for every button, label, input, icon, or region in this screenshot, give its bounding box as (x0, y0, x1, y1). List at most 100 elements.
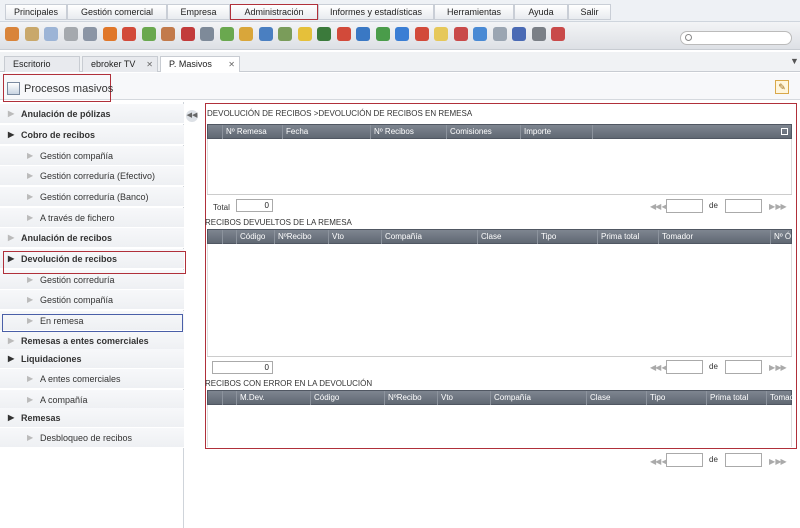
col-prima-total[interactable]: Prima total (706, 391, 766, 405)
menu-principales[interactable]: Principales (5, 4, 67, 20)
toolbar-icon[interactable] (531, 27, 546, 41)
pager-prev-icon[interactable]: ◀◀ ◀ (650, 457, 668, 466)
menu-salir[interactable]: Salir (568, 4, 611, 20)
edit-icon[interactable]: ✎ (775, 80, 789, 94)
chevron-down-icon[interactable]: ▼ (790, 56, 799, 66)
sidebar-item[interactable]: ▶ A compañía (0, 390, 184, 410)
col-clase[interactable]: Clase (477, 230, 537, 244)
toolbar-icon[interactable] (161, 27, 175, 41)
toolbar-icon[interactable] (239, 27, 253, 41)
col-clase[interactable]: Clase (586, 391, 646, 405)
col-nrecibo[interactable]: NºRecibo (274, 230, 328, 244)
col-tipo[interactable]: Tipo (646, 391, 706, 405)
search-input[interactable] (680, 31, 792, 45)
menu-informes[interactable]: Informes y estadísticas (318, 4, 434, 20)
expanded-arrow-icon: ▶ (8, 354, 15, 363)
sidebar-item[interactable]: ▶ Desbloqueo de recibos (0, 428, 184, 448)
col-compania[interactable]: Compañía (490, 391, 586, 405)
sidebar-item[interactable]: ▶ Gestión compañía (0, 290, 184, 310)
page-total-input[interactable] (725, 360, 762, 374)
col-vto[interactable]: Vto (328, 230, 381, 244)
tab-ebroker-tv[interactable]: ebroker TV ✕ (82, 56, 158, 72)
pager-next-icon[interactable]: ▶ ▶▶ (769, 202, 787, 211)
page-number-input[interactable] (666, 199, 703, 213)
toolbar-icon[interactable] (492, 27, 507, 41)
pager-prev-icon[interactable]: ◀◀ ◀ (650, 363, 668, 372)
toolbar-icon[interactable] (200, 27, 214, 41)
close-icon[interactable]: ✕ (228, 57, 235, 72)
toolbar-icon[interactable] (219, 27, 234, 41)
col-nrecibo[interactable]: NºRecibo (384, 391, 437, 405)
col-vto[interactable]: Vto (437, 391, 490, 405)
toolbar-icon[interactable] (512, 27, 526, 41)
menu-herramientas[interactable]: Herramientas (434, 4, 514, 20)
sidebar-item[interactable]: ▶ Gestión compañía (0, 146, 184, 166)
chevron-right-icon: ▶ (8, 109, 15, 118)
toolbar-icon[interactable] (551, 27, 565, 41)
col-comisiones[interactable]: Comisiones (446, 125, 520, 139)
page-number-input[interactable] (666, 360, 703, 374)
menu-empresa[interactable]: Empresa (167, 4, 230, 20)
close-icon[interactable]: ✕ (146, 57, 153, 72)
toolbar-icon[interactable] (102, 27, 117, 41)
toolbar-icon[interactable] (258, 27, 273, 41)
toolbar-icon[interactable] (83, 27, 97, 41)
toolbar-icon[interactable] (356, 27, 370, 41)
menu-administracion[interactable]: Administración (230, 4, 318, 20)
tab-p-masivos[interactable]: P. Masivos ✕ (160, 56, 240, 72)
toolbar-icon[interactable] (180, 27, 195, 41)
col-codigo[interactable]: Código (310, 391, 384, 405)
col-filler (592, 125, 792, 139)
sidebar-item[interactable]: ▶ Remesas (0, 408, 184, 428)
tab-escritorio[interactable]: Escritorio (4, 56, 80, 72)
sidebar-item[interactable]: ▶ Remesas a entes comerciales (0, 331, 184, 351)
toolbar-icon[interactable] (122, 27, 136, 41)
sidebar-item[interactable]: ▶ Cobro de recibos (0, 125, 184, 145)
col-codigo[interactable]: Código (236, 230, 274, 244)
toolbar-icon[interactable] (141, 27, 156, 41)
toolbar-icon[interactable] (395, 27, 409, 41)
col-importe[interactable]: Importe (520, 125, 592, 139)
toolbar-icon[interactable] (24, 27, 39, 41)
pager-prev-icon[interactable]: ◀◀ ◀ (650, 202, 668, 211)
toolbar-icon[interactable] (317, 27, 331, 41)
toolbar-icon[interactable] (63, 27, 78, 41)
sidebar-item[interactable]: ▶ Liquidaciones (0, 349, 184, 369)
collapse-sidebar-icon[interactable]: ◀◀ (186, 110, 198, 122)
toolbar-icon[interactable] (5, 27, 19, 41)
pager-next-icon[interactable]: ▶ ▶▶ (769, 363, 787, 372)
toolbar-icon[interactable] (434, 27, 448, 41)
tab-label: Escritorio (13, 59, 51, 69)
col-nrecibos[interactable]: Nº Recibos (370, 125, 446, 139)
col-prima-total[interactable]: Prima total (597, 230, 658, 244)
sidebar-item[interactable]: ▶ Gestión correduría (Efectivo) (0, 166, 184, 186)
toolbar-icon[interactable] (297, 27, 312, 41)
menu-ayuda[interactable]: Ayuda (514, 4, 568, 20)
col-tomador[interactable]: Tomador (658, 230, 770, 244)
sidebar-item[interactable]: ▶ Anulación de pólizas (0, 104, 184, 124)
toolbar-icon[interactable] (453, 27, 468, 41)
column-menu-icon[interactable] (781, 128, 788, 135)
col-tomador[interactable]: Tomador (766, 391, 792, 405)
toolbar-icon[interactable] (44, 27, 58, 41)
col-nremesa[interactable]: Nº Remesa (222, 125, 282, 139)
toolbar-icon[interactable] (375, 27, 390, 41)
sidebar-item[interactable]: ▶ A entes comerciales (0, 369, 184, 389)
toolbar-icon[interactable] (414, 27, 429, 41)
sidebar-item[interactable]: ▶ Anulación de recibos (0, 228, 184, 248)
menu-gestion-comercial[interactable]: Gestión comercial (67, 4, 167, 20)
toolbar-icon[interactable] (473, 27, 487, 41)
toolbar-icon[interactable] (336, 27, 351, 41)
col-mdev[interactable]: M.Dev. (236, 391, 310, 405)
col-compania[interactable]: Compañía (381, 230, 477, 244)
page-total-input[interactable] (725, 453, 762, 467)
toolbar-icon[interactable] (278, 27, 292, 41)
sidebar-item[interactable]: ▶ Gestión correduría (Banco) (0, 187, 184, 207)
sidebar-item[interactable]: ▶ A través de fichero (0, 208, 184, 228)
page-number-input[interactable] (666, 453, 703, 467)
pager-next-icon[interactable]: ▶ ▶▶ (769, 457, 787, 466)
col-no[interactable]: Nº Ó (770, 230, 792, 244)
col-fecha[interactable]: Fecha (282, 125, 370, 139)
page-total-input[interactable] (725, 199, 762, 213)
col-tipo[interactable]: Tipo (537, 230, 597, 244)
